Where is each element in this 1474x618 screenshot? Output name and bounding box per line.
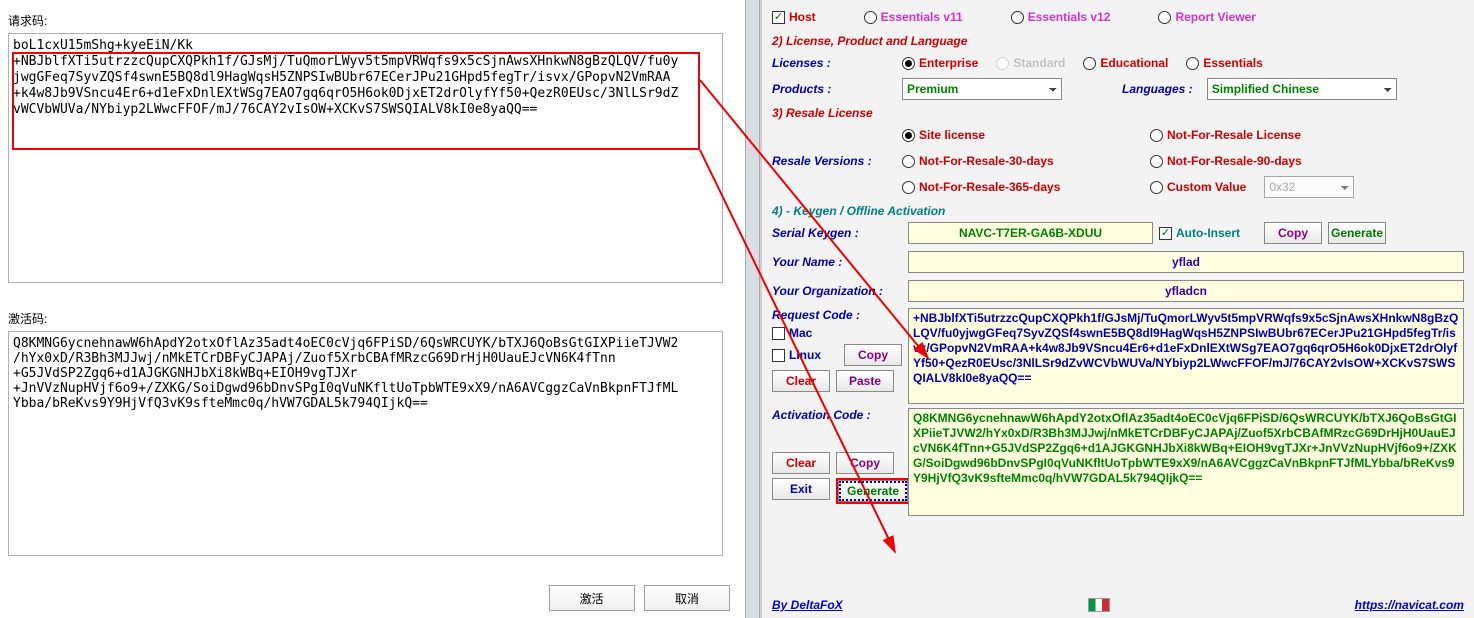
navicat-url-link[interactable]: https://navicat.com <box>1355 598 1464 612</box>
license-enterprise-radio[interactable]: Enterprise <box>902 56 978 70</box>
section-2-header: 2) License, Product and Language <box>772 34 1464 48</box>
resale-custom-radio[interactable]: Custom Value <box>1150 180 1246 194</box>
products-select[interactable]: Premium <box>902 78 1062 100</box>
request-code-label: 请求码: <box>8 12 737 29</box>
keygen-panel: ✓Host Essentials v11 Essentials v12 Repo… <box>760 0 1474 618</box>
resale-site-radio[interactable]: Site license <box>902 128 1132 142</box>
request-code-field[interactable]: boL1cxU15mShg+kyeEiN/Kk +NBJblfXTi5utrzz… <box>8 33 723 283</box>
cancel-button[interactable]: 取消 <box>644 585 730 611</box>
resale-90-radio[interactable]: Not-For-Resale-90-days <box>1150 154 1302 168</box>
your-org-field[interactable] <box>908 280 1464 302</box>
languages-select[interactable]: Simplified Chinese <box>1207 78 1397 100</box>
resale-nfr-radio[interactable]: Not-For-Resale License <box>1150 128 1301 142</box>
italy-flag-icon <box>1088 598 1110 612</box>
resale-365-radio[interactable]: Not-For-Resale-365-days <box>902 180 1132 194</box>
activation-clear-button[interactable]: Clear <box>772 452 830 474</box>
activate-button[interactable]: 激活 <box>549 585 635 611</box>
resale-versions-label: Resale Versions : <box>772 154 902 168</box>
request-copy-button[interactable]: Copy <box>844 344 902 366</box>
languages-label: Languages : <box>1122 82 1193 96</box>
serial-generate-button[interactable]: Generate <box>1328 222 1386 244</box>
your-name-label: Your Name : <box>772 255 902 269</box>
panel-divider <box>745 0 760 618</box>
left-panel: 请求码: boL1cxU15mShg+kyeEiN/Kk +NBJblfXTi5… <box>0 0 745 618</box>
your-org-label: Your Organization : <box>772 284 902 298</box>
license-essentials-radio[interactable]: Essentials <box>1186 56 1262 70</box>
activation-code-label: 激活码: <box>8 310 737 327</box>
resale-30-radio[interactable]: Not-For-Resale-30-days <box>902 154 1132 168</box>
section-4-header: 4) - Keygen / Offline Activation <box>772 204 1464 218</box>
license-standard-radio: Standard <box>996 56 1065 70</box>
activation-code-area[interactable]: Q8KMNG6ycnehnawW6hApdY2otxOflAz35adt4oEC… <box>908 408 1464 516</box>
host-checkbox[interactable]: ✓Host <box>772 10 816 24</box>
request-paste-button[interactable]: Paste <box>836 370 894 392</box>
request-clear-button[interactable]: Clear <box>772 370 830 392</box>
exit-button[interactable]: Exit <box>772 478 830 500</box>
request-code-area[interactable]: +NBJblfXTi5utrzzcQupCXQPkh1f/GJsMj/TuQmo… <box>908 308 1464 404</box>
activation-code-label-right: Activation Code : <box>772 408 902 422</box>
essentials-v12-radio[interactable]: Essentials v12 <box>1011 10 1111 24</box>
mac-checkbox[interactable]: Mac <box>772 326 884 340</box>
licenses-label: Licenses : <box>772 56 902 70</box>
activation-code-field[interactable]: Q8KMNG6ycnehnawW6hApdY2otxOflAz35adt4oEC… <box>8 331 723 556</box>
author-link[interactable]: By DeltaFoX <box>772 598 843 612</box>
serial-copy-button[interactable]: Copy <box>1264 222 1322 244</box>
linux-checkbox[interactable]: Linux <box>772 348 821 362</box>
license-educational-radio[interactable]: Educational <box>1083 56 1168 70</box>
section-3-header: 3) Resale License <box>772 106 1464 120</box>
generate-activation-button[interactable]: Generate <box>838 480 908 502</box>
serial-keygen-label: Serial Keygen : <box>772 226 902 240</box>
auto-insert-checkbox[interactable]: ✓Auto-Insert <box>1159 226 1240 240</box>
activation-copy-button[interactable]: Copy <box>836 452 894 474</box>
request-code-label-right: Request Code : <box>772 308 902 322</box>
essentials-v11-radio[interactable]: Essentials v11 <box>864 10 963 24</box>
serial-keygen-field[interactable] <box>908 222 1153 244</box>
custom-value-select: 0x32 <box>1264 176 1354 198</box>
report-viewer-radio[interactable]: Report Viewer <box>1158 10 1255 24</box>
products-label: Products : <box>772 82 902 96</box>
your-name-field[interactable] <box>908 251 1464 273</box>
